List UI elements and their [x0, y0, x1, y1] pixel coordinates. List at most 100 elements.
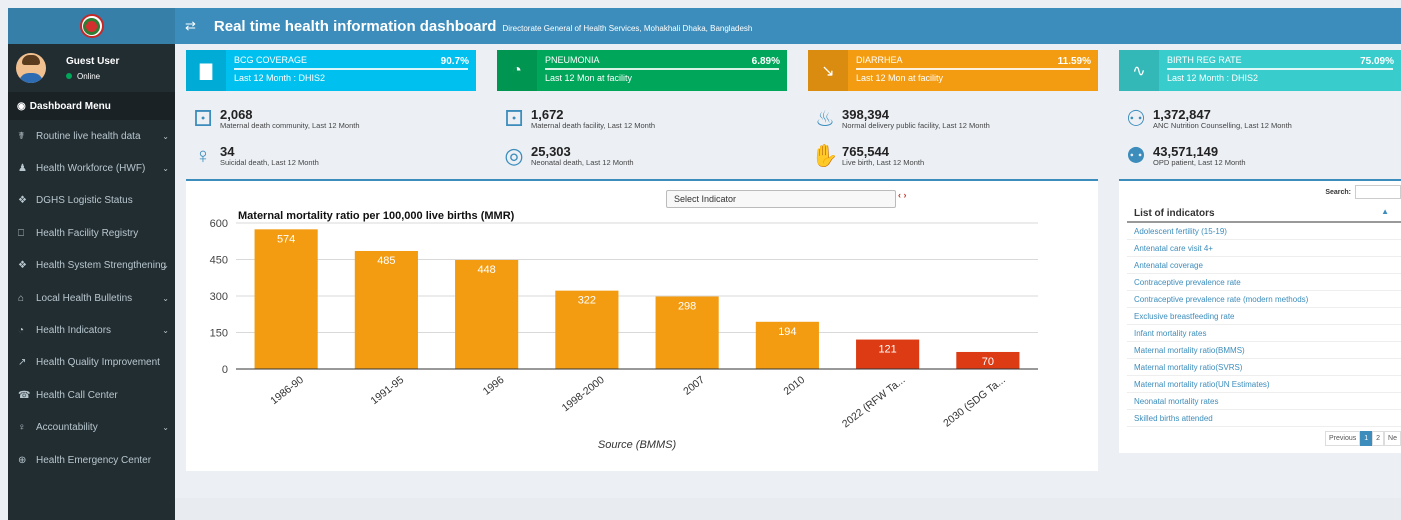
trend-down-icon: ↘: [808, 50, 848, 91]
sidebar-item-8[interactable]: ☎ Health Call Center: [8, 379, 175, 411]
government-logo-icon[interactable]: [79, 14, 104, 38]
pie-icon: ◔: [18, 325, 25, 337]
counselling-icon: ⚇: [1126, 106, 1146, 131]
menu-header-label: Dashboard Menu: [29, 100, 111, 112]
globe-icon: ⊕: [18, 454, 27, 466]
sidebar: Guest User Online ◉ Dashboard Menu ☤ Rou…: [8, 8, 175, 520]
patients-icon: ⚉: [1126, 143, 1146, 168]
sidebar-item-1[interactable]: ♟ Health Workforce (HWF) ⌄: [8, 152, 175, 184]
users-icon: ♟: [18, 163, 27, 175]
indicator-row[interactable]: Contraceptive prevalence rate (modern me…: [1127, 291, 1401, 308]
metric-0: ⚀ 2,068 Maternal death community, Last 1…: [186, 106, 360, 132]
sidebar-item-5[interactable]: ⌂ Local Health Bulletins ⌄: [8, 282, 175, 314]
sidebar-item-7[interactable]: ↗ Health Quality Improvement: [8, 347, 175, 379]
search-input[interactable]: [1355, 185, 1401, 199]
metric-label: Maternal death community, Last 12 Month: [220, 121, 360, 130]
logo-bar[interactable]: [8, 8, 175, 44]
stat-label: DIARRHEA: [856, 55, 903, 65]
stat-desc: Last 12 Month : DHIS2: [1167, 73, 1259, 83]
stat-value: 75.09%: [1360, 56, 1394, 67]
sidebar-item-2[interactable]: ❖ DGHS Logistic Status: [8, 185, 175, 217]
metric-value: 1,672: [531, 107, 564, 122]
bed-icon: ⚀: [504, 106, 524, 131]
sidebar-item-0[interactable]: ☤ Routine live health data ⌄: [8, 120, 175, 152]
pagination-next[interactable]: Ne: [1384, 431, 1401, 446]
metric-value: 398,394: [842, 107, 889, 122]
chevron-down-icon: ⌄: [162, 164, 169, 174]
indicator-row[interactable]: Maternal mortality ratio(SVRS): [1127, 359, 1401, 376]
footer-band: [175, 498, 1401, 520]
sidebar-item-3[interactable]: ⎕ Health Facility Registry: [8, 217, 175, 249]
stat-value: 11.59%: [1057, 56, 1091, 67]
sidebar-item-label: Health Workforce (HWF): [36, 163, 146, 175]
indicator-row[interactable]: Neonatal mortality rates: [1127, 393, 1401, 410]
indicator-row[interactable]: Infant mortality rates: [1127, 325, 1401, 342]
stat-label: BCG COVERAGE: [234, 55, 308, 65]
user-key-icon: ♀: [18, 422, 26, 434]
indicator-row[interactable]: Maternal mortality ratio(UN Estimates): [1127, 376, 1401, 393]
pie-chart-icon: ◔: [497, 50, 537, 91]
y-tick-label: 0: [222, 364, 228, 376]
pagination-previous[interactable]: Previous: [1325, 431, 1361, 446]
chart-bar: [254, 229, 318, 369]
stat-box-3[interactable]: ∿ BIRTH REG RATE 75.09% Last 12 Month : …: [1119, 50, 1401, 91]
cubes-icon: ❖: [18, 260, 27, 272]
indicator-row[interactable]: Skilled births attended: [1127, 410, 1401, 427]
top-header: ⇄ Real time health information dashboard…: [175, 8, 1401, 44]
indicator-row[interactable]: Antenatal care visit 4+: [1127, 240, 1401, 257]
indicator-row[interactable]: Maternal mortality ratio(BMMS): [1127, 342, 1401, 359]
mmr-bar-chart: Maternal mortality ratio per 100,000 liv…: [210, 210, 1038, 451]
bar-data-label: 70: [982, 356, 994, 368]
delivery-icon: ♨: [815, 106, 835, 131]
sidebar-item-label: Health Quality Improvement: [36, 357, 160, 369]
stat-box-1[interactable]: ◔ PNEUMONIA 6.89% Last 12 Mon at facilit…: [497, 50, 787, 91]
page-title: Real time health information dashboard: [213, 17, 497, 35]
metric-label: Maternal death facility, Last 12 Month: [531, 121, 656, 130]
sidebar-toggle-icon[interactable]: ⇄: [185, 18, 196, 34]
sidebar-item-10[interactable]: ⊕ Health Emergency Center: [8, 444, 175, 476]
select-indicator-dropdown[interactable]: Select Indicator: [666, 190, 896, 208]
sidebar-item-4[interactable]: ❖ Health System Strengthening ⌄: [8, 250, 175, 282]
metric-value: 765,544: [842, 144, 889, 159]
bar-data-label: 121: [878, 344, 896, 356]
indicator-row[interactable]: Exclusive breastfeeding rate: [1127, 308, 1401, 325]
x-axis-label: Source (BMMS): [598, 439, 677, 451]
chevron-down-icon: ⌄: [162, 423, 169, 433]
metric-label: Normal delivery public facility, Last 12…: [842, 121, 990, 130]
x-tick-label: 1986-90: [268, 374, 306, 407]
stat-desc: Last 12 Month : DHIS2: [234, 73, 326, 83]
stat-box-0[interactable]: ▇ BCG COVERAGE 90.7% Last 12 Month : DHI…: [186, 50, 476, 91]
x-tick-label: 1996: [481, 374, 507, 398]
sidebar-item-label: Health System Strengthening: [36, 260, 167, 272]
bar-data-label: 298: [678, 300, 696, 312]
sidebar-item-label: DGHS Logistic Status: [36, 195, 133, 207]
stat-progress-bar: [234, 68, 468, 70]
pagination-page-1[interactable]: 1: [1360, 431, 1373, 446]
bar-data-label: 485: [377, 255, 395, 267]
sidebar-item-9[interactable]: ♀ Accountability ⌄: [8, 412, 175, 444]
metric-label: Suicidal death, Last 12 Month: [220, 158, 319, 167]
search-row: Search:: [1325, 185, 1401, 199]
indicator-row[interactable]: Contraceptive prevalence rate: [1127, 274, 1401, 291]
x-tick-label: 1991-95: [368, 374, 406, 407]
user-panel: Guest User Online: [8, 44, 175, 92]
x-tick-label: 2010: [781, 374, 807, 398]
chart-panel: Maternal mortality ratio per 100,000 liv…: [186, 179, 1098, 471]
indicator-row[interactable]: Adolescent fertility (15-19): [1127, 223, 1401, 240]
sort-asc-icon[interactable]: ▲: [1381, 207, 1389, 216]
indicator-nav-arrows[interactable]: ‹ ›: [898, 190, 907, 200]
metric-value: 34: [220, 144, 235, 159]
indicator-list-panel: Search: List of indicators ▲ Adolescent …: [1119, 179, 1401, 453]
stat-desc: Last 12 Mon at facility: [545, 73, 633, 83]
stat-box-2[interactable]: ↘ DIARRHEA 11.59% Last 12 Mon at facilit…: [808, 50, 1098, 91]
neonatal-icon: ◎: [504, 143, 524, 168]
indicator-row[interactable]: Antenatal coverage: [1127, 257, 1401, 274]
indicator-table-header[interactable]: List of indicators ▲: [1127, 204, 1401, 223]
chart-bar: [354, 250, 418, 369]
online-dot-icon: [66, 73, 72, 79]
metric-6: ✋ 765,544 Live birth, Last 12 Month: [808, 143, 924, 169]
noose-icon: ♀: [194, 143, 212, 168]
page-subtitle: Directorate General of Health Services, …: [502, 23, 753, 33]
pagination-page-2[interactable]: 2: [1372, 431, 1385, 446]
sidebar-item-6[interactable]: ◔ Health Indicators ⌄: [8, 314, 175, 346]
